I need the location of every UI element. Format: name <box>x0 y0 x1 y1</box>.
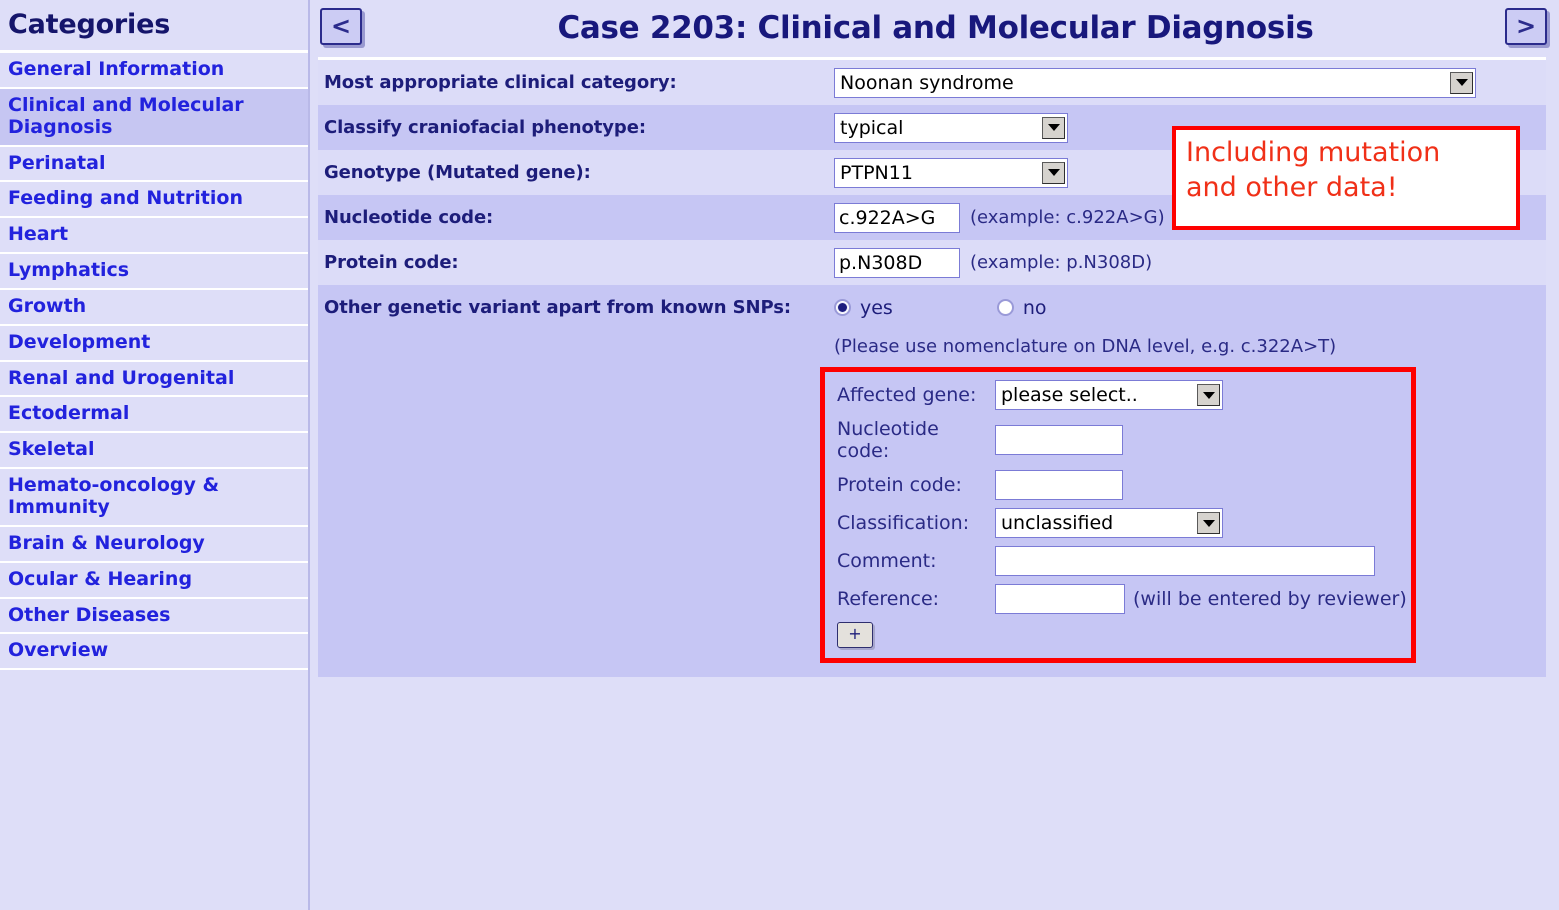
reference-input[interactable] <box>995 584 1125 614</box>
add-variant-button[interactable]: + <box>837 622 873 648</box>
chevron-down-icon[interactable] <box>1197 512 1220 534</box>
variant-protein-code-label: Protein code: <box>837 474 962 496</box>
chevron-down-icon[interactable] <box>1042 161 1065 184</box>
clinical-category-value: Noonan syndrome <box>840 71 1014 94</box>
subform-row-protein-code: Protein code: <box>837 470 1411 500</box>
variant-nucleotide-code-label: Nucleotide code: <box>837 418 939 462</box>
sidebar-item-overview[interactable]: Overview <box>0 634 308 671</box>
other-variant-no-option[interactable]: no <box>996 296 1047 319</box>
classification-label: Classification: <box>837 512 970 534</box>
nomenclature-note: (Please use nomenclature on DNA level, e… <box>834 336 1337 357</box>
other-variant-section: Other genetic variant apart from known S… <box>318 285 1546 677</box>
next-case-button[interactable]: > <box>1505 8 1547 45</box>
categories-sidebar: Categories General Information Clinical a… <box>0 0 310 910</box>
craniofacial-value: typical <box>840 116 904 139</box>
other-variant-yes-option[interactable]: yes <box>834 297 893 319</box>
affected-gene-value: please select.. <box>1001 384 1138 406</box>
form-row-other-variant: Other genetic variant apart from known S… <box>318 285 1546 330</box>
sidebar-item-hemato-oncology-immunity[interactable]: Hemato-oncology & Immunity <box>0 469 308 527</box>
protein-code-input[interactable] <box>834 247 960 278</box>
radio-yes-icon[interactable] <box>834 299 851 316</box>
affected-gene-label: Affected gene: <box>837 384 977 406</box>
variant-nucleotide-code-input[interactable] <box>995 425 1123 455</box>
sidebar-item-heart[interactable]: Heart <box>0 218 308 255</box>
variant-entry-annotation-box: Affected gene: please select.. Nucleotid… <box>820 367 1416 663</box>
genotype-label: Genotype (Mutated gene): <box>324 162 591 183</box>
form-row-protein-code: Protein code: (example: p.N308D) <box>318 240 1546 285</box>
sidebar-item-skeletal[interactable]: Skeletal <box>0 433 308 470</box>
other-variant-radio-group: yes no <box>834 297 1047 319</box>
craniofacial-label: Classify craniofacial phenotype: <box>324 117 646 138</box>
chevron-down-icon[interactable] <box>1450 71 1473 94</box>
callout-line-2: and other data! <box>1186 171 1398 203</box>
variant-protein-code-input[interactable] <box>995 470 1123 500</box>
other-variant-label: Other genetic variant apart from known S… <box>324 297 791 318</box>
protein-code-label: Protein code: <box>324 252 459 273</box>
chevron-down-icon[interactable] <box>1042 116 1065 139</box>
classification-value: unclassified <box>1001 512 1114 534</box>
subform-row-classification: Classification: unclassified <box>837 508 1411 538</box>
clinical-category-select[interactable]: Noonan syndrome <box>834 67 1476 98</box>
craniofacial-select[interactable]: typical <box>834 112 1068 143</box>
callout-line-1: Including mutation <box>1186 137 1441 168</box>
sidebar-item-ectodermal[interactable]: Ectodermal <box>0 397 308 434</box>
sidebar-header: Categories <box>0 0 308 53</box>
nucleotide-code-example: (example: c.922A>G) <box>970 207 1165 228</box>
application-window: Categories General Information Clinical a… <box>0 0 1559 910</box>
subform-row-affected-gene: Affected gene: please select.. <box>837 380 1411 410</box>
protein-code-example: (example: p.N308D) <box>970 252 1153 273</box>
clinical-category-label: Most appropriate clinical category: <box>324 72 677 93</box>
subform-row-comment: Comment: <box>837 546 1411 576</box>
nucleotide-code-label: Nucleotide code: <box>324 207 494 228</box>
content-background <box>312 693 1559 910</box>
other-variant-no-label: no <box>1022 296 1047 319</box>
sidebar-item-feeding-and-nutrition[interactable]: Feeding and Nutrition <box>0 182 308 219</box>
comment-label: Comment: <box>837 550 937 572</box>
annotation-callout: Including mutation and other data! <box>1172 126 1520 230</box>
genotype-select[interactable]: PTPN11 <box>834 157 1068 188</box>
sidebar-item-development[interactable]: Development <box>0 326 308 362</box>
chevron-down-icon[interactable] <box>1197 384 1220 406</box>
nucleotide-code-input[interactable] <box>834 202 960 233</box>
page-title: Case 2203: Clinical and Molecular Diagno… <box>557 10 1314 46</box>
comment-input[interactable] <box>995 546 1375 576</box>
sidebar-item-growth[interactable]: Growth <box>0 290 308 326</box>
sidebar-item-ocular-hearing[interactable]: Ocular & Hearing <box>0 563 308 599</box>
reference-note: (will be entered by reviewer) <box>1133 588 1407 610</box>
sidebar-item-other-diseases[interactable]: Other Diseases <box>0 599 308 635</box>
sidebar-item-lymphatics[interactable]: Lymphatics <box>0 254 308 290</box>
reference-label: Reference: <box>837 588 940 610</box>
subform-row-reference: Reference: (will be entered by reviewer) <box>837 584 1411 614</box>
sidebar-item-renal-and-urogenital[interactable]: Renal and Urogenital <box>0 362 308 398</box>
sidebar-item-general-information[interactable]: General Information <box>0 53 308 89</box>
radio-no-icon[interactable] <box>996 299 1014 316</box>
sidebar-item-perinatal[interactable]: Perinatal <box>0 147 308 183</box>
form-row-clinical-category: Most appropriate clinical category: Noon… <box>318 60 1546 105</box>
sidebar-item-brain-neurology[interactable]: Brain & Neurology <box>0 527 308 563</box>
genotype-value: PTPN11 <box>840 161 913 184</box>
subform-row-nucleotide-code: Nucleotide code: <box>837 418 1411 462</box>
affected-gene-select[interactable]: please select.. <box>995 380 1223 410</box>
page-header: < Case 2203: Clinical and Molecular Diag… <box>312 0 1559 58</box>
category-list: General Information Clinical and Molecula… <box>0 53 308 671</box>
other-variant-yes-label: yes <box>860 296 893 319</box>
sidebar-item-clinical-and-molecular-diagnosis[interactable]: Clinical and Molecular Diagnosis <box>0 88 308 147</box>
classification-select[interactable]: unclassified <box>995 508 1223 538</box>
